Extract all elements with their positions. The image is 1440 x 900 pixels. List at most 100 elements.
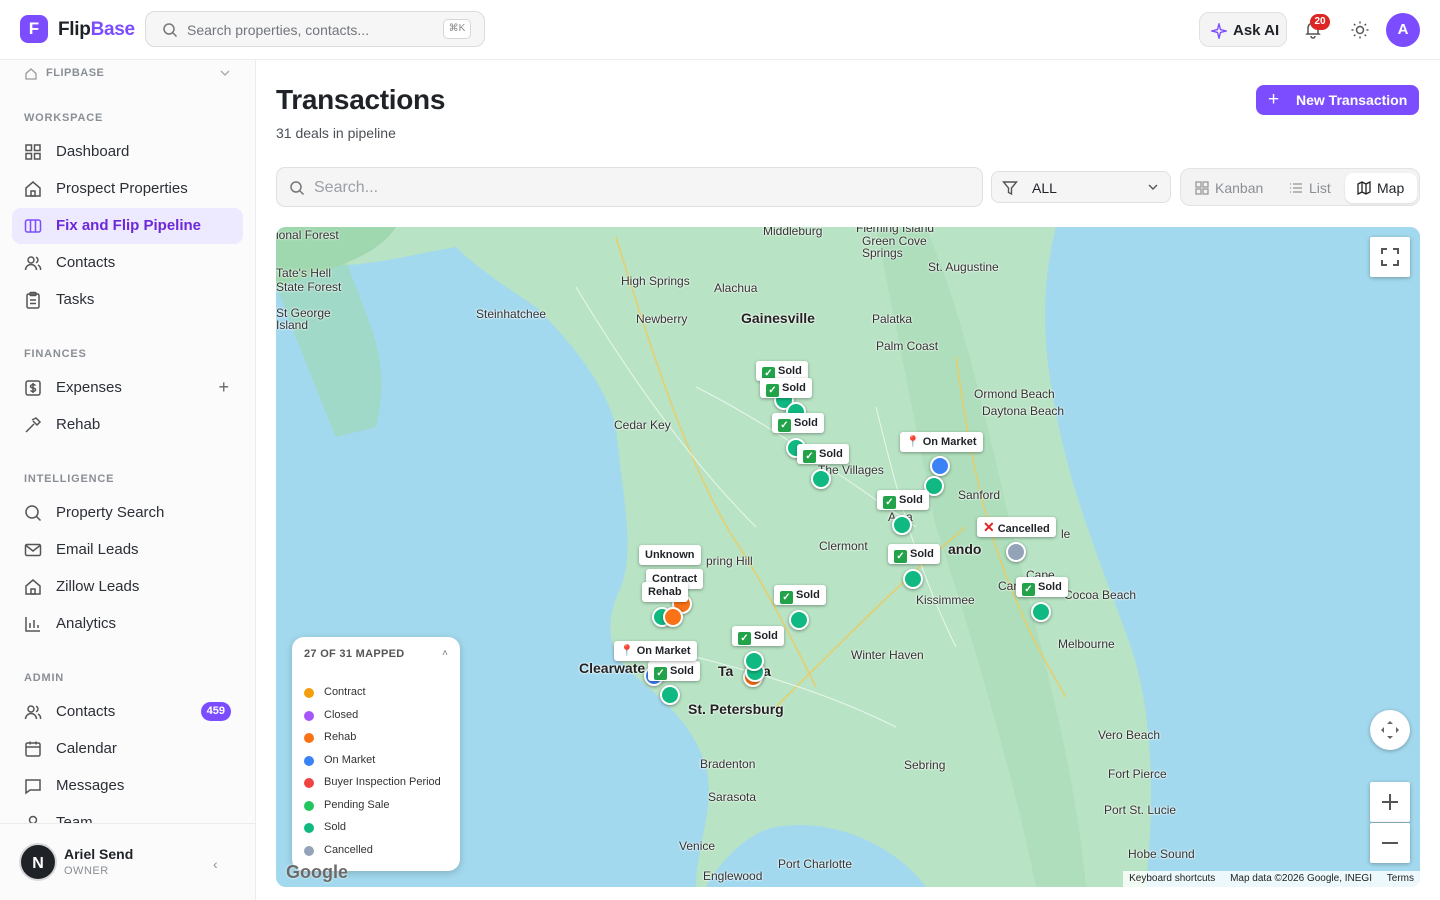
new-transaction-button[interactable]: + New Transaction [1256,85,1419,115]
map-tag-sold[interactable]: ✓ Sold [797,444,849,464]
page-subtitle: 31 deals in pipeline [276,125,396,141]
sidebar-item-label: Prospect Properties [56,180,188,197]
sidebar-item-fix-and-flip-pipeline[interactable]: Fix and Flip Pipeline [12,208,243,244]
map-label-middleburg: Middleburg [763,227,823,238]
sidebar-item-label: Fix and Flip Pipeline [56,217,202,234]
map-tag-sold[interactable]: ✓ Sold [888,544,940,564]
user-avatar[interactable]: A [1386,13,1420,47]
map-pin-sold[interactable] [811,469,831,489]
global-search-input[interactable]: Search properties, contacts... ⌘K [145,11,485,47]
map-label-daytona-beach: Daytona Beach [982,404,1065,418]
map-camera-control[interactable] [1370,710,1410,750]
tag-label: Rehab [648,586,682,598]
search-icon [25,505,42,522]
map-tag-sold[interactable]: ✓ Sold [772,413,824,433]
sidebar-item-prospect-properties[interactable]: Prospect Properties [12,171,243,207]
fullscreen-icon [1381,248,1399,266]
users-icon [24,256,42,271]
zoom-out-button[interactable] [1370,823,1410,863]
ask-ai-button[interactable]: Ask AI [1199,12,1287,47]
fullscreen-button[interactable] [1370,237,1410,277]
sidebar-item-email-leads[interactable]: Email Leads [12,532,243,568]
map-pin-on-market[interactable] [930,456,950,476]
sidebar-item-label: Tasks [56,291,95,308]
add-expense-button[interactable]: + [218,377,229,398]
sidebar-item-calendar[interactable]: Calendar [12,731,243,767]
sidebar-item-zillow-leads[interactable]: Zillow Leads [12,569,243,605]
tag-label: Sold [1038,581,1062,593]
search-placeholder: Search... [314,179,379,196]
sidebar-item-tasks[interactable]: Tasks [12,282,243,318]
sidebar-item-messages[interactable]: Messages [12,768,243,804]
sidebar-item-contacts[interactable]: Contacts [12,245,243,281]
map-label-hobe-sound: Hobe Sound [1128,847,1195,861]
map-pin-sold[interactable] [903,569,923,589]
map-label-spring-hill: pring Hill [706,554,753,568]
camera-move-icon [1381,721,1399,739]
tab-list[interactable]: List [1289,173,1339,203]
ask-ai-label: Ask AI [1233,22,1280,39]
sidebar-item-label: Dashboard [56,143,130,160]
tag-label: On Market [922,436,977,448]
sidebar-item-expenses[interactable]: Expenses + [12,370,243,406]
map-pin-sold[interactable] [744,651,764,671]
collapse-sidebar-icon[interactable]: ‹ [213,856,218,872]
map-tag-sold[interactable]: ✓ Sold [774,585,826,605]
transactions-search-input[interactable]: Search... [276,167,983,207]
status-filter-select[interactable]: ALL [991,171,1171,203]
map-tag-sold[interactable]: ✓ Sold [760,378,812,398]
hammer-icon [25,417,42,433]
map-tag-sold[interactable]: ✓ Sold [732,626,784,646]
map-label-st-petersburg: St. Petersburg [688,701,784,717]
map-label-port-charlotte: Port Charlotte [778,857,853,871]
map-label-titusville: le [1061,527,1071,541]
transactions-map[interactable]: Gainesville ando Ta a Clearwate St. Pete… [276,227,1420,887]
new-transaction-label: New Transaction [1296,92,1408,108]
map-label-cocoa-beach: Cocoa Beach [1064,588,1137,602]
theme-toggle-icon[interactable] [1350,20,1370,40]
tag-label: Sold [910,548,934,560]
legend-toggle-icon[interactable]: ˄ [442,648,448,659]
map-pin-sold[interactable] [1031,602,1051,622]
map-label-gainesville: Gainesville [741,310,815,326]
message-icon [25,779,41,795]
map-pin-rehab[interactable] [663,607,683,627]
sidebar-item-property-search[interactable]: Property Search [12,495,243,531]
map-tag-sold[interactable]: ✓ Sold [1016,577,1068,597]
map-label-fort-pierce: Fort Pierce [1108,767,1167,781]
map-tag-cancelled[interactable]: ✕ Cancelled [977,517,1056,537]
map-tag-sold[interactable]: ✓ Sold [877,490,929,510]
search-icon [290,181,305,196]
map-label-sanford: Sanford [958,488,1001,502]
sidebar-item-dashboard[interactable]: Dashboard [12,134,243,170]
tab-label: Kanban [1215,180,1264,196]
sidebar-item-analytics[interactable]: Analytics [12,606,243,642]
section-workspace: WORKSPACE [24,112,104,124]
map-icon [1357,181,1371,195]
pipeline-icon [24,219,42,233]
workspace-switcher[interactable]: FLIPBASE [24,66,232,82]
sidebar-item-rehab[interactable]: Rehab [12,407,243,443]
flipbase-logo[interactable]: F [20,15,48,43]
sidebar-item-label: Contacts [56,703,116,720]
tab-map[interactable]: Map [1345,173,1417,203]
map-tag-on-market[interactable]: 📍 On Market [900,432,983,452]
map-label-high-springs: High Springs [621,274,690,288]
map-tag-rehab[interactable]: Rehab [642,582,688,602]
map-pin-cancelled[interactable] [1006,542,1026,562]
map-tag-on-market[interactable]: 📍 On Market [614,641,697,661]
map-pin-sold[interactable] [789,610,809,630]
tab-kanban[interactable]: Kanban [1195,173,1275,203]
current-user-panel: N Ariel Send OWNER ‹ [0,823,255,900]
map-tag-unknown[interactable]: Unknown [639,545,701,565]
map-pin-sold[interactable] [892,515,912,535]
zoom-in-button[interactable] [1370,782,1410,822]
terms-link[interactable]: Terms [1381,871,1420,886]
map-tag-sold[interactable]: ✓ Sold [648,661,700,681]
tag-label: Cancelled [997,523,1050,535]
sidebar-item-admin-contacts[interactable]: Contacts 459 [12,694,243,730]
keyboard-shortcuts-link[interactable]: Keyboard shortcuts [1123,871,1221,886]
user-avatar[interactable]: N [19,843,57,881]
brand-name[interactable]: FlipBase [58,19,135,41]
map-pin-sold[interactable] [660,685,680,705]
